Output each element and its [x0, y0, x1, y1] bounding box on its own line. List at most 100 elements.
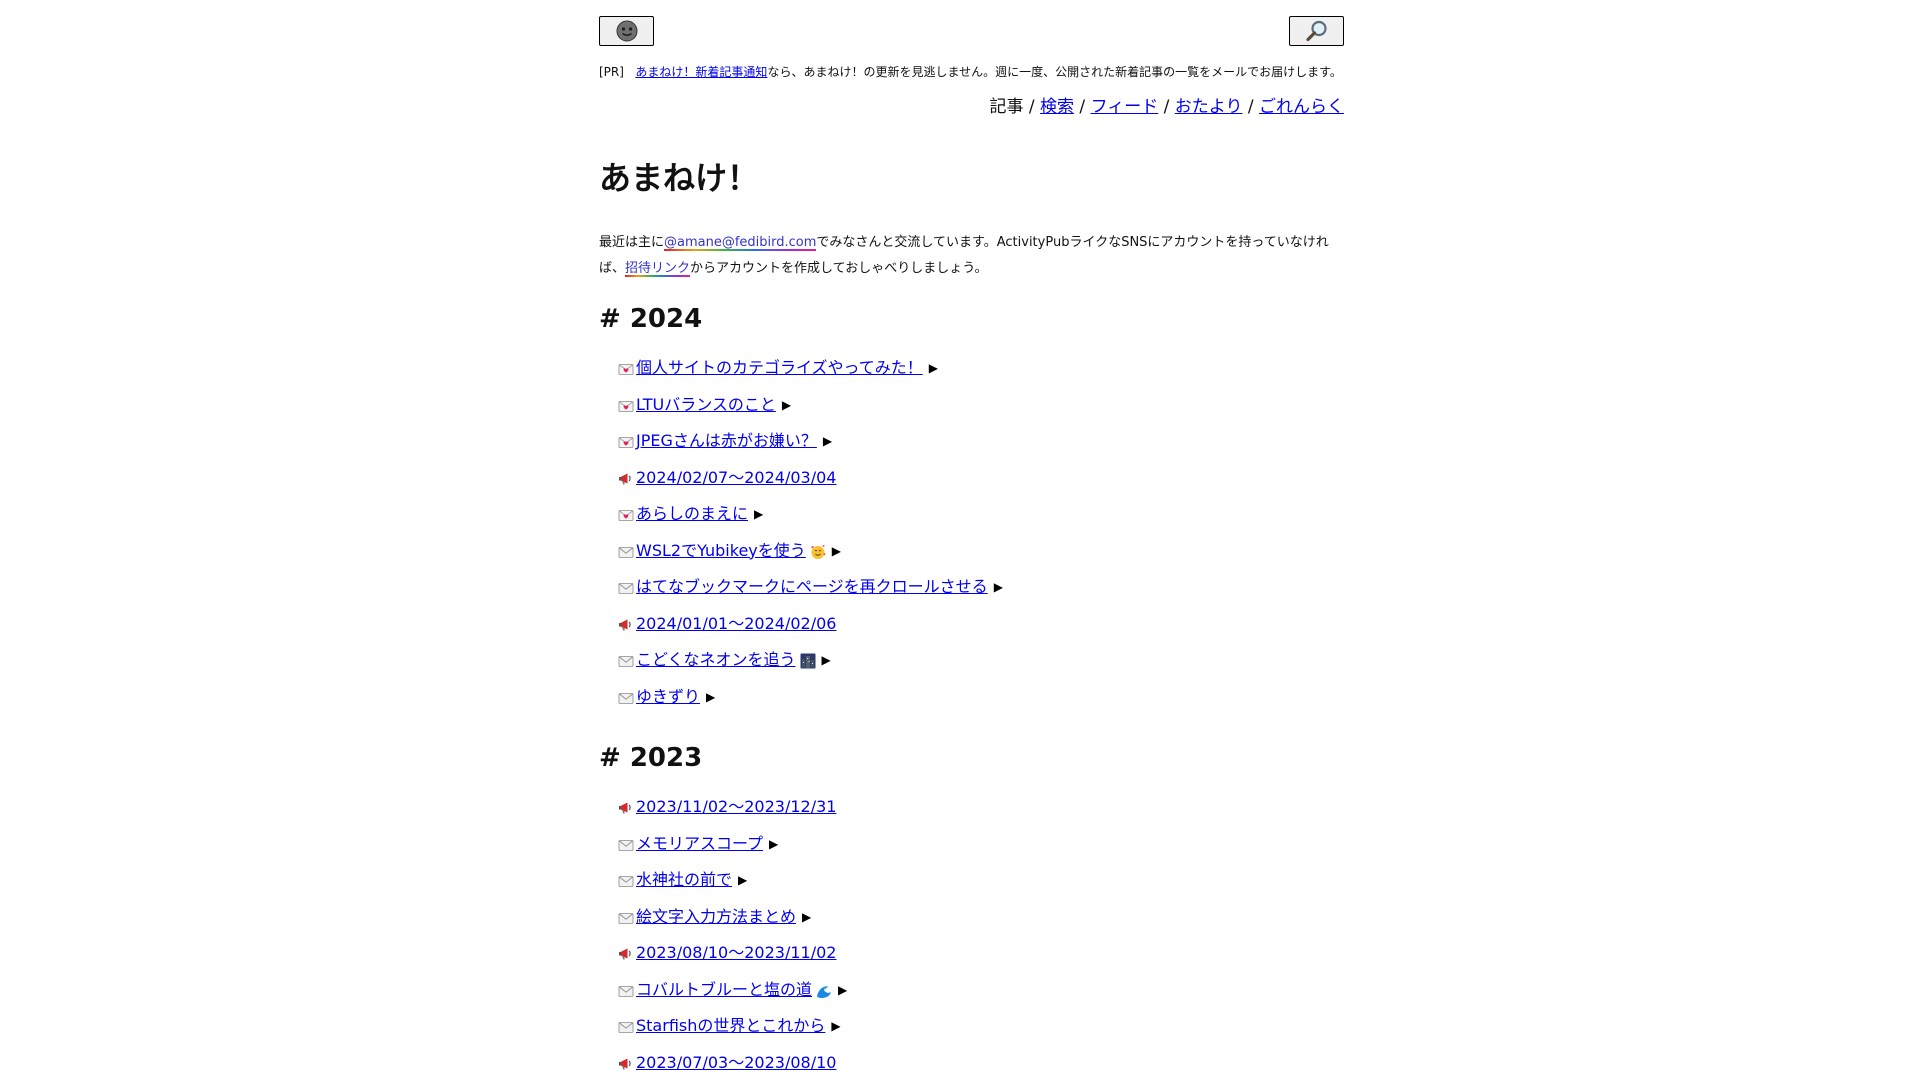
post-link[interactable]: 2023/07/03〜2023/08/10 [636, 1051, 836, 1075]
post-link[interactable]: LTUバランスのこと [636, 393, 776, 417]
heart-letter-icon [618, 506, 634, 522]
nav-separator: / [1163, 97, 1170, 117]
nav-separator: / [1079, 97, 1086, 117]
avatar-button[interactable] [599, 16, 654, 46]
envelope-icon [618, 836, 634, 852]
list-item: こどくなネオンを追う ▶ [618, 648, 1344, 685]
envelope-icon [618, 909, 634, 925]
post-link[interactable]: コバルトブルーと塩の道 [636, 978, 812, 1002]
megaphone-icon [618, 616, 634, 632]
envelope-icon [618, 689, 634, 705]
invite-link[interactable]: 招待リンク [625, 261, 691, 277]
list-item: Starfishの世界とこれから ▶ [618, 1014, 1344, 1051]
nav-current: 記事 [989, 97, 1024, 117]
list-item: はてなブックマークにページを再クロールさせる ▶ [618, 575, 1344, 612]
post-link[interactable]: ゆきずり [636, 685, 700, 709]
expand-arrow-icon[interactable]: ▶ [822, 648, 831, 672]
envelope-icon [618, 543, 634, 559]
heart-letter-icon [618, 433, 634, 449]
expand-arrow-icon[interactable]: ▶ [838, 978, 847, 1002]
pr-tag: [PR] [599, 65, 624, 79]
nav-link-search[interactable]: 検索 [1040, 97, 1074, 117]
post-link[interactable]: 絵文字入力方法まとめ [636, 905, 796, 929]
heart-letter-icon [618, 397, 634, 413]
post-link[interactable]: 個人サイトのカテゴライズやってみた！ [636, 356, 923, 380]
page-container: [PR] あまねけ！新着記事通知なら、あまねけ！の更新を見逃しません。週に一度、… [599, 0, 1344, 1080]
expand-arrow-icon[interactable]: ▶ [738, 868, 747, 892]
intro-part: からアカウントを作成しておしゃべりしましょう。 [690, 261, 988, 276]
intro-part: 最近は主に [599, 235, 665, 250]
year-heading: # 2023 [599, 743, 703, 773]
list-item: あらしのまえに ▶ [618, 502, 1344, 539]
nav-separator: / [1028, 97, 1035, 117]
post-link[interactable]: WSL2でYubikeyを使う [636, 539, 806, 563]
pr-banner: [PR] あまねけ！新着記事通知なら、あまねけ！の更新を見逃しません。週に一度、… [599, 64, 1344, 80]
megaphone-icon [618, 470, 634, 486]
envelope-icon [618, 982, 634, 998]
water-wave-icon [816, 982, 832, 998]
post-link[interactable]: 2024/02/07〜2024/03/04 [636, 466, 836, 490]
main-nav: 記事 / 検索 / フィード / おたより / ごれんらく [599, 96, 1344, 118]
intro-text: 最近は主に@amane@fedibird.comでみなさんと交流しています。Ac… [599, 230, 1329, 282]
list-item: 2024/02/07〜2024/03/04 [618, 466, 1344, 503]
fedibird-handle-link[interactable]: @amane@fedibird.com [664, 235, 817, 251]
expand-arrow-icon[interactable]: ▶ [832, 539, 841, 563]
envelope-icon [618, 579, 634, 595]
expand-arrow-icon[interactable]: ▶ [706, 685, 715, 709]
post-link[interactable]: メモリアスコープ [636, 832, 763, 856]
post-link[interactable]: こどくなネオンを追う [636, 648, 796, 672]
list-item: ゆきずり ▶ [618, 685, 1344, 722]
megaphone-icon [618, 799, 634, 815]
post-link[interactable]: JPEGさんは赤がお嫌い？ [636, 429, 817, 453]
search-button[interactable] [1289, 16, 1344, 46]
nav-separator: / [1247, 97, 1254, 117]
post-link[interactable]: Starfishの世界とこれから [636, 1014, 825, 1038]
post-link[interactable]: 2024/01/01〜2024/02/06 [636, 612, 836, 636]
post-link[interactable]: 水神社の前で [636, 868, 732, 892]
list-item: メモリアスコープ ▶ [618, 832, 1344, 869]
expand-arrow-icon[interactable]: ▶ [802, 905, 811, 929]
expand-arrow-icon[interactable]: ▶ [929, 356, 938, 380]
list-item: 個人サイトのカテゴライズやってみた！ ▶ [618, 356, 1344, 393]
list-item: 絵文字入力方法まとめ ▶ [618, 905, 1344, 942]
list-item: コバルトブルーと塩の道 ▶ [618, 978, 1344, 1015]
list-item: 2023/11/02〜2023/12/31 [618, 795, 1344, 832]
post-list: 2023/11/02〜2023/12/31 メモリアスコープ ▶ 水神社の前で ▶ 絵文字… [599, 795, 1344, 1080]
list-item: 2023/08/10〜2023/11/02 [618, 941, 1344, 978]
post-list: 個人サイトのカテゴライズやってみた！ ▶ LTUバランスのこと ▶ JPEGさんは赤がお… [599, 356, 1344, 721]
smiley-face-icon [616, 20, 637, 42]
page-title: あまねけ！ [599, 159, 760, 197]
smiling-hearts-face-icon [810, 543, 826, 559]
post-link[interactable]: あらしのまえに [636, 502, 748, 526]
expand-arrow-icon[interactable]: ▶ [823, 429, 832, 453]
expand-arrow-icon[interactable]: ▶ [994, 575, 1003, 599]
nav-link-feed[interactable]: フィード [1091, 97, 1159, 117]
list-item: 2023/07/03〜2023/08/10 [618, 1051, 1344, 1080]
expand-arrow-icon[interactable]: ▶ [782, 393, 791, 417]
nav-link-contact[interactable]: ごれんらく [1259, 97, 1344, 117]
post-link[interactable]: 2023/08/10〜2023/11/02 [636, 941, 836, 965]
list-item: LTUバランスのこと ▶ [618, 393, 1344, 430]
list-item: WSL2でYubikeyを使う ▶ [618, 539, 1344, 576]
magnifier-icon [1305, 20, 1327, 42]
envelope-icon [618, 652, 634, 668]
nav-link-letters[interactable]: おたより [1175, 97, 1243, 117]
expand-arrow-icon[interactable]: ▶ [831, 1014, 840, 1038]
envelope-icon [618, 872, 634, 888]
year-heading: # 2024 [599, 304, 703, 334]
expand-arrow-icon[interactable]: ▶ [769, 832, 778, 856]
pr-link[interactable]: あまねけ！新着記事通知 [635, 65, 767, 79]
list-item: 水神社の前で ▶ [618, 868, 1344, 905]
post-link[interactable]: はてなブックマークにページを再クロールさせる [636, 575, 988, 599]
post-link[interactable]: 2023/11/02〜2023/12/31 [636, 795, 836, 819]
pr-text: なら、あまねけ！の更新を見逃しません。週に一度、公開された新着記事の一覧をメール… [767, 65, 1342, 79]
expand-arrow-icon[interactable]: ▶ [754, 502, 763, 526]
post-sections: # 2024 個人サイトのカテゴライズやってみた！ ▶ LTUバランスのこと ▶ JPEG… [599, 304, 1344, 1080]
heart-letter-icon [618, 360, 634, 376]
list-item: 2024/01/01〜2024/02/06 [618, 612, 1344, 649]
top-bar [599, 0, 1344, 50]
night-city-icon [800, 652, 816, 669]
envelope-icon [618, 1018, 634, 1034]
list-item: JPEGさんは赤がお嫌い？ ▶ [618, 429, 1344, 466]
megaphone-icon [618, 945, 634, 961]
